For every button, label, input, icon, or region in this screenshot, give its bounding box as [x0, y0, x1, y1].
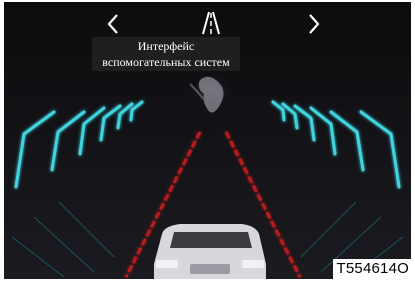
lane-road-icon [200, 10, 222, 36]
vehicle-icon [154, 224, 266, 279]
screen-title: Интерфейс вспомогательных систем [92, 37, 240, 71]
chevron-left-icon[interactable] [101, 11, 125, 37]
assist-systems-screen: Интерфейс вспомогательных систем [4, 2, 411, 279]
figure-code: T554614O [332, 259, 413, 279]
chevron-right-icon[interactable] [302, 11, 326, 37]
screen-title-text: Интерфейс вспомогательных систем [102, 39, 230, 69]
